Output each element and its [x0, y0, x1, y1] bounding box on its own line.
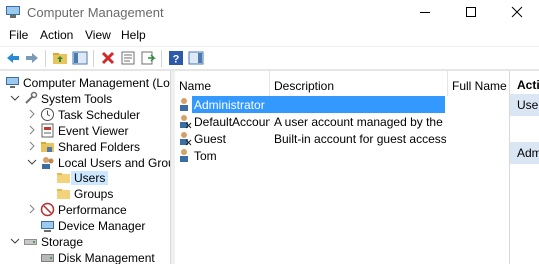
toolbar-separator [93, 50, 94, 67]
task-scheduler-icon [41, 108, 54, 121]
computer-management-icon [6, 77, 19, 88]
toolbar-separator [161, 50, 162, 67]
window-title: Computer Management [27, 5, 164, 20]
user-icon [180, 115, 192, 129]
menu-file[interactable]: File [9, 28, 28, 42]
chevron-down-icon[interactable] [10, 236, 20, 246]
actions-section-administrator[interactable]: Admi [510, 142, 539, 164]
chevron-down-icon[interactable] [10, 93, 20, 103]
maximize-icon [466, 7, 476, 17]
up-folder-icon[interactable] [52, 50, 68, 66]
minimize-button[interactable] [402, 0, 448, 25]
show-hide-action-pane-icon[interactable] [188, 50, 204, 66]
system-tools-icon [25, 91, 38, 104]
cell-description: Built-in account for guest access t... [274, 132, 446, 146]
menu-bar: File Action View Help [0, 25, 539, 45]
event-viewer-icon [41, 123, 54, 138]
shared-folder-icon [41, 142, 54, 152]
computer-management-icon [6, 6, 20, 18]
column-header-description[interactable]: Description [270, 71, 448, 96]
storage-icon [24, 239, 37, 245]
menu-help[interactable]: Help [121, 28, 146, 42]
svg-text:?: ? [173, 54, 180, 66]
menu-view[interactable]: View [85, 28, 111, 42]
folder-icon [57, 189, 70, 199]
device-manager-icon [41, 221, 54, 232]
back-icon[interactable] [5, 50, 21, 66]
maximize-button[interactable] [448, 0, 494, 25]
chevron-right-icon[interactable] [27, 109, 37, 119]
performance-icon [40, 202, 55, 217]
chevron-down-icon[interactable] [27, 157, 37, 167]
properties-icon[interactable] [120, 50, 136, 66]
console-tree[interactable]: Computer Management (Local System Tools … [0, 71, 171, 264]
users-groups-icon [42, 157, 54, 169]
cell-name: Administrator [194, 98, 265, 112]
help-icon[interactable]: ? [168, 50, 184, 66]
close-icon [511, 6, 523, 18]
cell-name: DefaultAccount [194, 115, 270, 129]
cell-name: Tom [194, 149, 217, 163]
list-row-tom[interactable]: Tom [175, 147, 509, 164]
folder-icon [57, 173, 70, 183]
list-row-guest[interactable]: Guest Built-in account for guest access … [175, 130, 509, 147]
chevron-right-icon[interactable] [27, 141, 37, 151]
actions-pane: Actio Users Admi [509, 71, 539, 264]
toolbar-separator [45, 50, 46, 67]
forward-icon[interactable] [24, 50, 40, 66]
cell-description: A user account managed by the s... [274, 115, 446, 129]
export-list-icon[interactable] [140, 50, 156, 66]
column-header-full-name[interactable]: Full Name [448, 71, 509, 96]
delete-icon[interactable] [100, 50, 116, 66]
user-icon [180, 149, 188, 162]
user-icon [180, 98, 188, 111]
list-row-defaultaccount[interactable]: DefaultAccount A user account managed by… [175, 113, 509, 130]
cell-name: Guest [194, 132, 227, 146]
title-bar: Computer Management [0, 0, 539, 25]
column-header-name[interactable]: Name [175, 71, 270, 96]
show-hide-tree-icon[interactable] [72, 50, 88, 66]
menu-action[interactable]: Action [40, 28, 73, 42]
list-row-administrator[interactable]: Administrator [175, 96, 509, 113]
actions-header: Actio [510, 71, 539, 96]
chevron-right-icon[interactable] [27, 204, 37, 214]
close-button[interactable] [494, 0, 539, 25]
chevron-right-icon[interactable] [27, 125, 37, 135]
minimize-icon [420, 12, 430, 13]
toolbar: ? [0, 46, 539, 69]
disk-management-icon [41, 254, 54, 262]
users-list[interactable]: Name Description Full Name Administrator… [175, 71, 509, 264]
actions-section-users[interactable]: Users [510, 94, 539, 116]
user-icon [180, 132, 192, 146]
